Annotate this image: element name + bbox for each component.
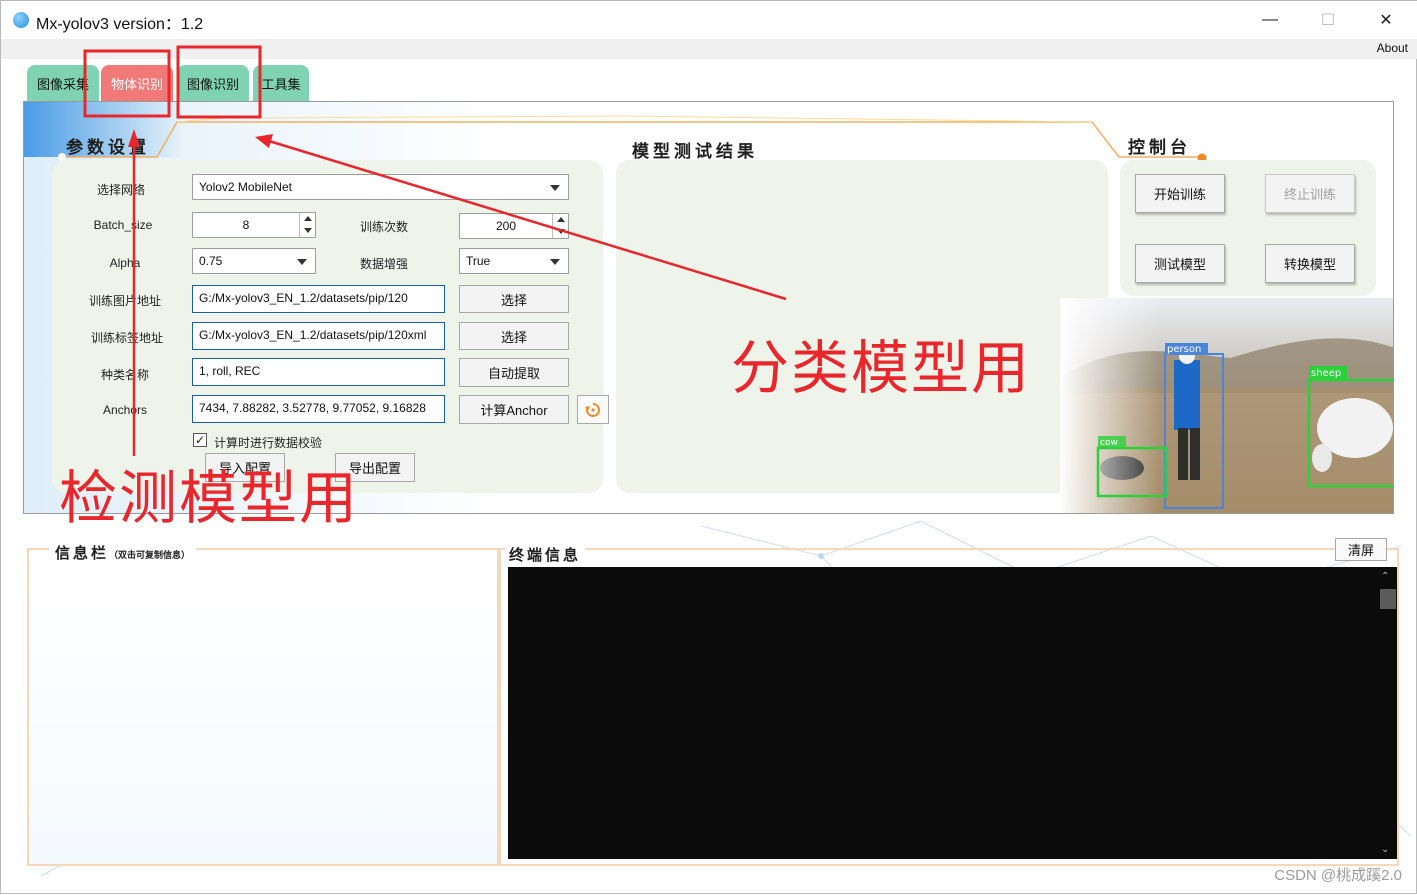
annotation-classify: 分类模型用 [731,334,1032,402]
annotation-detect: 检测模型用 [59,464,360,532]
app-window: Mx-yolov3 version：1.2 — ☐ ✕ About 图像采集 物… [0,0,1417,894]
annotation-overlay [83,45,787,456]
watermark: CSDN @桃成蹊2.0 [1274,867,1402,884]
